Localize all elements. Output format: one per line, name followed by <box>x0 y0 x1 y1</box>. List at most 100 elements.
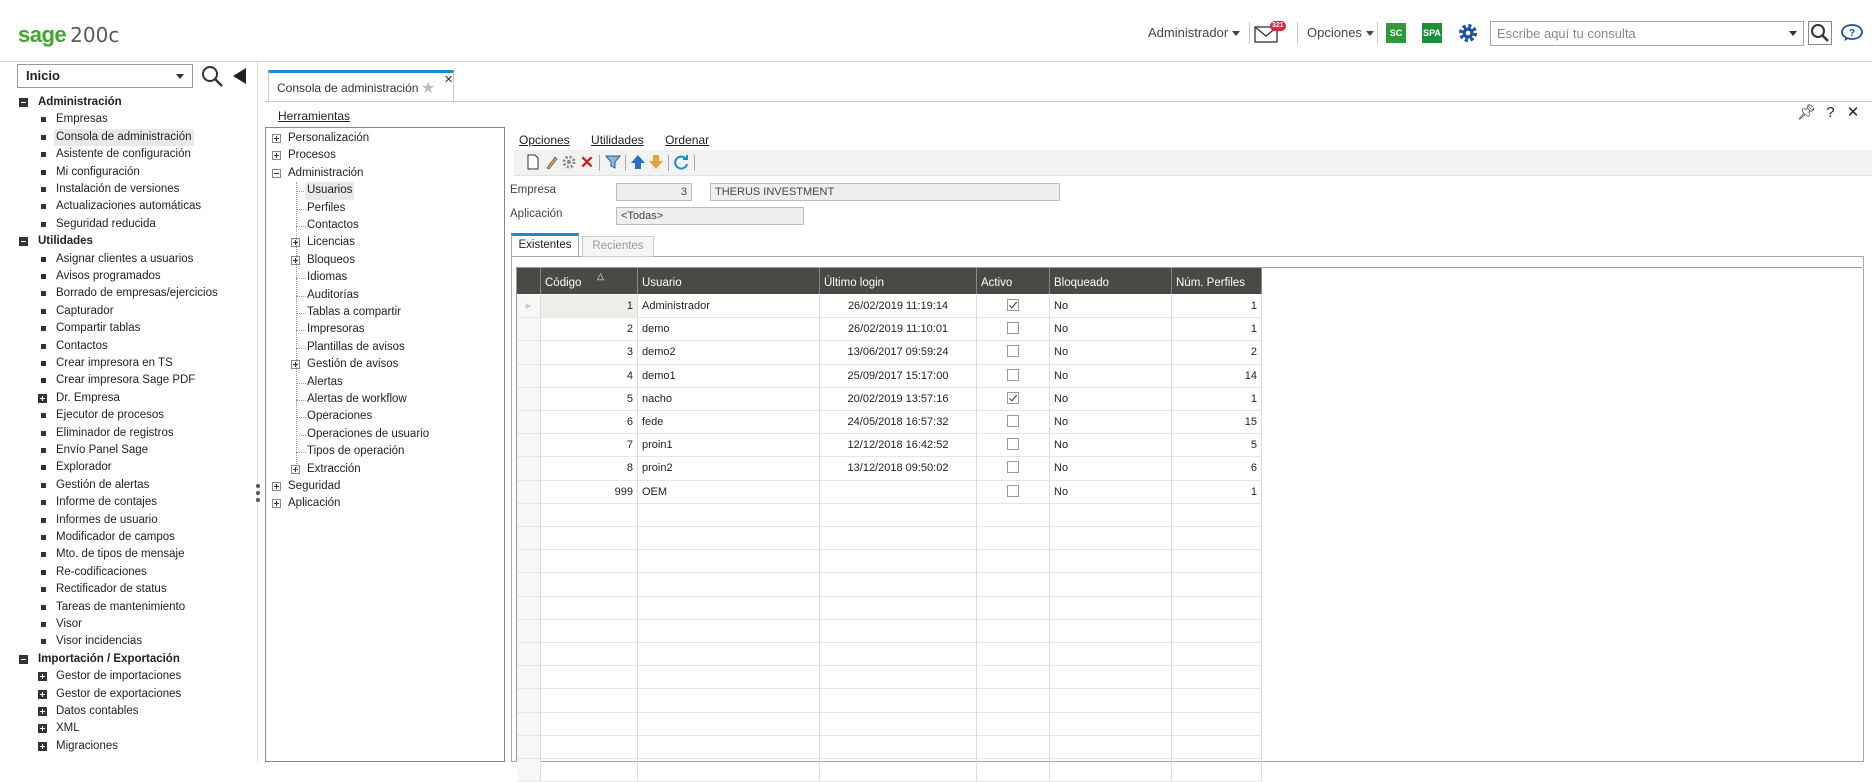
tree-node[interactable]: Tablas a compartir <box>307 304 401 321</box>
table-cell[interactable] <box>977 735 1050 759</box>
table-cell[interactable] <box>977 712 1050 736</box>
table-cell[interactable] <box>638 689 820 713</box>
table-cell[interactable]: No <box>1050 318 1172 342</box>
table-cell[interactable]: No <box>1050 434 1172 458</box>
table-cell[interactable] <box>541 735 638 759</box>
expand-item-icon[interactable] <box>38 672 47 682</box>
table-cell[interactable] <box>977 689 1050 713</box>
empresa-name-field[interactable]: THERUS INVESTMENT <box>710 183 1060 201</box>
nav-item[interactable]: Explorador <box>56 459 112 476</box>
table-cell[interactable]: 3 <box>541 341 638 365</box>
table-cell[interactable] <box>1050 527 1172 551</box>
nav-item[interactable]: Crear impresora Sage PDF <box>56 372 195 389</box>
table-cell[interactable] <box>977 318 1050 342</box>
table-cell[interactable] <box>977 759 1050 782</box>
table-cell[interactable] <box>1172 643 1262 667</box>
table-cell[interactable] <box>1050 666 1172 690</box>
table-cell[interactable]: 26/02/2019 11:19:14 <box>820 295 977 319</box>
tab-consola-administracion[interactable]: Consola de administración ★ ✕ <box>268 70 454 102</box>
table-cell[interactable]: 20/02/2019 13:57:16 <box>820 387 977 411</box>
table-cell[interactable] <box>638 643 820 667</box>
table-cell[interactable] <box>977 364 1050 388</box>
grid-header[interactable]: Código △ <box>541 268 638 294</box>
table-cell[interactable] <box>820 550 977 574</box>
nav-item[interactable]: Tareas de mantenimiento <box>56 599 185 616</box>
table-cell[interactable] <box>820 527 977 551</box>
table-cell[interactable] <box>638 666 820 690</box>
table-cell[interactable]: Administrador <box>638 295 820 319</box>
table-cell[interactable] <box>1172 527 1262 551</box>
table-cell[interactable] <box>977 434 1050 458</box>
nav-item[interactable]: Empresas <box>56 111 108 128</box>
tab-recientes[interactable]: Recientes <box>582 236 654 257</box>
tree-node[interactable]: Plantillas de avisos <box>307 339 405 356</box>
table-cell[interactable] <box>1172 759 1262 782</box>
table-cell[interactable] <box>541 689 638 713</box>
table-cell[interactable] <box>977 573 1050 597</box>
activo-checkbox[interactable] <box>1007 368 1019 381</box>
collapse-group-icon[interactable] <box>19 237 28 247</box>
table-cell[interactable]: No <box>1050 480 1172 504</box>
table-cell[interactable]: No <box>1050 295 1172 319</box>
nav-item[interactable]: Visor <box>56 616 82 633</box>
table-cell[interactable] <box>541 759 638 782</box>
table-cell[interactable] <box>541 643 638 667</box>
activo-checkbox[interactable] <box>1007 322 1019 335</box>
nav-item[interactable]: Informes de usuario <box>56 512 158 529</box>
refresh-icon[interactable] <box>672 154 690 172</box>
table-cell[interactable]: 25/09/2017 15:17:00 <box>820 364 977 388</box>
nav-item[interactable]: Envío Panel Sage <box>56 442 148 459</box>
grid-header[interactable]: Último login <box>820 268 977 294</box>
close-icon[interactable]: ✕ <box>444 73 453 86</box>
table-cell[interactable] <box>1172 503 1262 527</box>
tree-node[interactable]: Extracción <box>307 461 361 478</box>
expand-item-icon[interactable] <box>38 724 47 734</box>
nav-item[interactable]: Seguridad reducida <box>56 216 156 233</box>
table-cell[interactable] <box>820 573 977 597</box>
table-cell[interactable]: demo2 <box>638 341 820 365</box>
grid-header[interactable]: Núm. Perfiles <box>1172 268 1262 294</box>
table-cell[interactable] <box>1050 759 1172 782</box>
table-cell[interactable] <box>541 596 638 620</box>
tree-node-procesos[interactable]: Procesos <box>288 147 336 164</box>
table-cell[interactable] <box>541 619 638 643</box>
table-cell[interactable]: OEM <box>638 480 820 504</box>
table-cell[interactable] <box>977 387 1050 411</box>
table-cell[interactable]: 24/05/2018 16:57:32 <box>820 411 977 435</box>
nav-group-2[interactable]: Importación / Exportación <box>38 651 180 668</box>
tree-node[interactable]: Impresoras <box>307 321 365 338</box>
table-cell[interactable]: 15 <box>1172 411 1262 435</box>
table-cell[interactable] <box>1050 735 1172 759</box>
table-cell[interactable]: 1 <box>1172 318 1262 342</box>
table-cell[interactable] <box>638 759 820 782</box>
table-cell[interactable]: 1 <box>541 295 638 319</box>
close-icon[interactable]: ✕ <box>1847 104 1860 121</box>
nav-item[interactable]: Actualizaciones automáticas <box>56 198 201 215</box>
table-cell[interactable] <box>638 619 820 643</box>
section-selector[interactable]: Inicio <box>17 64 193 88</box>
table-cell[interactable] <box>541 527 638 551</box>
tree-node[interactable]: Gestión de avisos <box>307 356 398 373</box>
nav-item[interactable]: Ejecutor de procesos <box>56 407 164 424</box>
table-cell[interactable]: 2 <box>1172 341 1262 365</box>
delete-icon[interactable]: ✕ <box>578 154 596 172</box>
table-cell[interactable] <box>977 341 1050 365</box>
mail-button[interactable]: 321 <box>1254 21 1290 46</box>
sc-button[interactable]: SC <box>1386 23 1406 43</box>
expand-node-icon[interactable] <box>272 499 281 509</box>
nav-item[interactable]: Datos contables <box>56 703 138 720</box>
nav-item[interactable]: Mi configuración <box>56 164 140 181</box>
table-cell[interactable]: 4 <box>541 364 638 388</box>
nav-item[interactable]: Gestión de alertas <box>56 477 149 494</box>
menu-ordenar[interactable]: Ordenar <box>665 133 709 147</box>
pin-icon[interactable]: 📌︎ <box>1797 104 1816 121</box>
table-cell[interactable] <box>977 480 1050 504</box>
nav-item[interactable]: Consola de administración <box>54 128 194 147</box>
collapse-node-icon[interactable] <box>272 168 281 178</box>
table-cell[interactable] <box>977 457 1050 481</box>
table-cell[interactable] <box>1050 596 1172 620</box>
table-cell[interactable]: fede <box>638 411 820 435</box>
table-cell[interactable]: 1 <box>1172 480 1262 504</box>
activo-checkbox[interactable] <box>1007 299 1019 312</box>
table-cell[interactable] <box>638 712 820 736</box>
